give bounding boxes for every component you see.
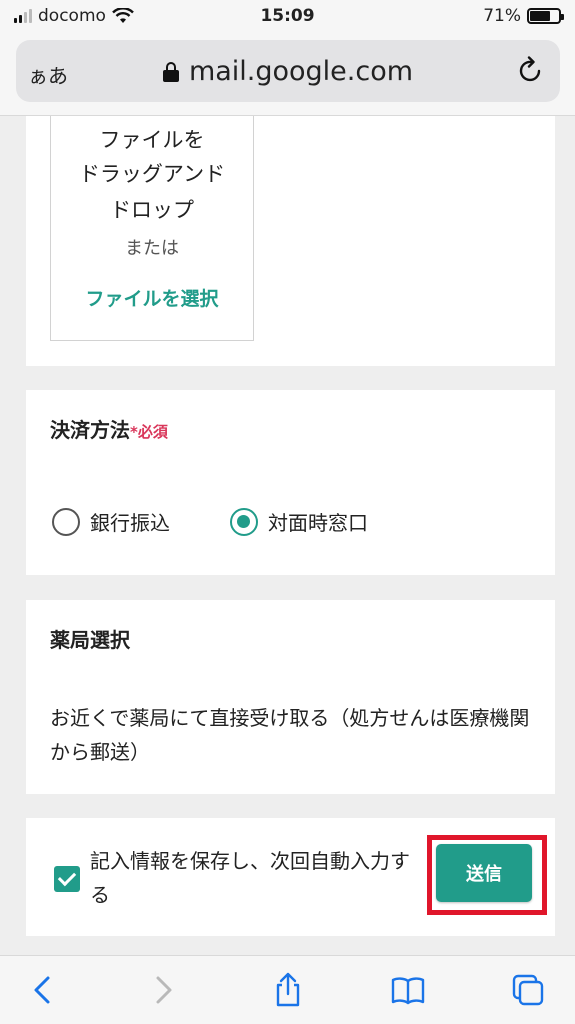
reload-icon[interactable]	[518, 56, 544, 84]
save-info-checkbox[interactable]	[54, 866, 80, 892]
share-icon[interactable]	[270, 972, 306, 1008]
file-drop-zone[interactable]: ファイルを ドラッグアンド ドロップ または ファイルを選択	[50, 116, 254, 341]
battery-group: 71%	[483, 6, 564, 26]
url-display[interactable]: mail.google.com	[16, 56, 560, 87]
battery-fill	[530, 11, 550, 21]
url-text: mail.google.com	[188, 56, 414, 87]
battery-icon	[527, 8, 564, 24]
radio-bank-transfer[interactable]	[52, 507, 80, 536]
radio-option-in-person[interactable]: 対面時窓口	[230, 507, 368, 536]
payment-title-text: 決済方法	[50, 418, 130, 442]
bookmarks-icon[interactable]	[390, 972, 426, 1008]
drop-text-line3: ドロップ	[110, 198, 194, 222]
back-icon[interactable]	[26, 972, 62, 1008]
drop-text-line1: ファイルを	[99, 128, 205, 152]
file-upload-card: ファイルを ドラッグアンド ドロップ または ファイルを選択	[26, 116, 555, 366]
send-button[interactable]: 送信	[436, 844, 532, 902]
status-bar: docomo 15:09 71%	[0, 0, 575, 34]
save-info-label[interactable]: 記入情報を保存し、次回自動入力する	[90, 844, 410, 912]
payment-method-card: 決済方法*必須 銀行振込 対面時窓口	[26, 390, 555, 575]
drop-text-line2: ドラッグアンド	[78, 162, 226, 186]
payment-radio-group: 銀行振込 対面時窓口	[52, 507, 368, 536]
tabs-icon[interactable]	[510, 972, 546, 1008]
radio-option-bank-transfer[interactable]: 銀行振込	[52, 507, 170, 536]
or-text: または	[125, 238, 179, 259]
address-bar[interactable]: ぁあ mail.google.com	[16, 40, 560, 102]
pharmacy-card: 薬局選択 お近くで薬局にて直接受け取る（処方せんは医療機関から郵送）	[26, 600, 555, 794]
browser-toolbar	[0, 955, 575, 1024]
select-file-link[interactable]: ファイルを選択	[51, 284, 253, 311]
payment-title: 決済方法*必須	[50, 414, 168, 443]
radio-label-bank-transfer: 銀行振込	[90, 511, 170, 535]
radio-in-person[interactable]	[230, 507, 258, 536]
radio-label-in-person: 対面時窓口	[268, 511, 368, 535]
pharmacy-title: 薬局選択	[50, 628, 130, 652]
lock-icon	[162, 62, 179, 82]
browser-address-area: ぁあ mail.google.com	[0, 34, 575, 116]
pharmacy-description: お近くで薬局にて直接受け取る（処方せんは医療機関から郵送）	[50, 706, 530, 764]
required-badge: *必須	[130, 423, 168, 441]
battery-percent: 71%	[483, 6, 521, 26]
forward-icon[interactable]	[144, 972, 180, 1008]
submit-card: 記入情報を保存し、次回自動入力する 送信	[26, 818, 555, 936]
